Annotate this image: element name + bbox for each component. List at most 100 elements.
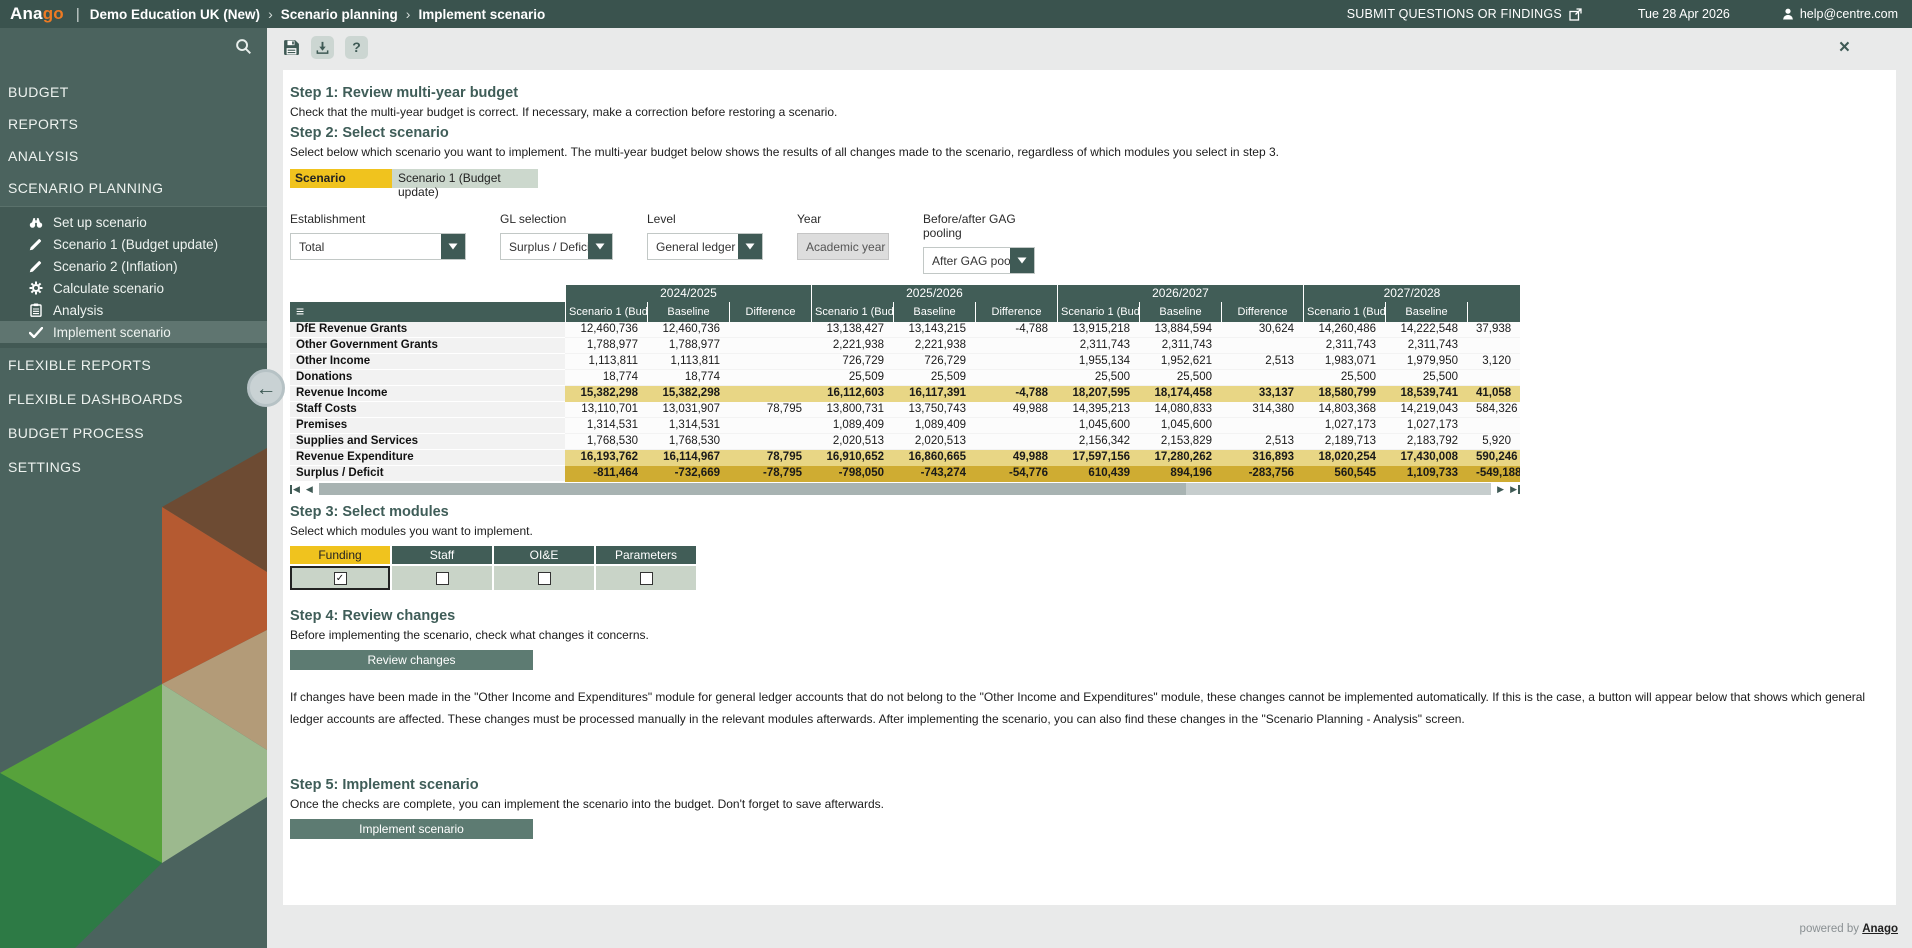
export-button[interactable]: [311, 36, 334, 59]
table-cell: 2,311,743: [1303, 338, 1385, 354]
sidebar-item-set-up-scenario[interactable]: Set up scenario: [0, 211, 267, 233]
pencil-icon: [28, 260, 43, 273]
gl-selection-select[interactable]: Surplus / Deficit: [500, 233, 613, 260]
table-cell: -4,788: [975, 386, 1057, 402]
person-icon: [1782, 8, 1794, 20]
scrollbar-left-button[interactable]: ◀: [303, 485, 316, 494]
filter-bar: Establishment Total GL selection Surplus…: [290, 212, 1886, 274]
table-cell: [1467, 418, 1520, 434]
module-checkbox-staff[interactable]: [436, 572, 449, 585]
table-cell: 13,800,731: [811, 402, 893, 418]
chevron-down-icon[interactable]: [738, 234, 762, 259]
close-button[interactable]: ×: [1839, 38, 1850, 57]
menu-icon[interactable]: ≡: [296, 303, 304, 319]
table-cell: 13,915,218: [1057, 322, 1139, 338]
table-cell: 2,156,342: [1057, 434, 1139, 450]
table-cell: 2,221,938: [811, 338, 893, 354]
table-cell: 17,430,008: [1385, 450, 1467, 466]
column-header: Baseline: [1139, 302, 1221, 322]
table-cell: 14,080,833: [1139, 402, 1221, 418]
module-header-oi-e[interactable]: OI&E: [494, 546, 594, 564]
main-panel: Step 1: Review multi-year budget Check t…: [283, 70, 1896, 905]
sidebar-item-analysis[interactable]: ANALYSIS: [0, 140, 267, 172]
year-header: 2026/2027: [1057, 285, 1303, 302]
column-header: Scenario 1 (Bud...: [565, 302, 647, 322]
breadcrumb-separator: ›: [268, 6, 273, 22]
table-cell: 37,938: [1467, 322, 1520, 338]
breadcrumb-item-module[interactable]: Scenario planning: [281, 7, 398, 22]
year-field: Academic year: [797, 233, 889, 260]
table-cell: 726,729: [811, 354, 893, 370]
table-cell: 17,280,262: [1139, 450, 1221, 466]
sidebar-item-scenario-2[interactable]: Scenario 2 (Inflation): [0, 255, 267, 277]
module-header-funding[interactable]: Funding: [290, 546, 390, 564]
level-select[interactable]: General ledger: [647, 233, 763, 260]
submit-questions-label: SUBMIT QUESTIONS OR FINDINGS: [1347, 7, 1562, 21]
module-header-staff[interactable]: Staff: [392, 546, 492, 564]
breadcrumb-item-page: Implement scenario: [418, 7, 545, 22]
save-button[interactable]: [283, 39, 300, 56]
module-header-parameters[interactable]: Parameters: [596, 546, 696, 564]
establishment-select[interactable]: Total: [290, 233, 466, 260]
chevron-down-icon[interactable]: [1010, 248, 1034, 273]
close-icon: ×: [1839, 37, 1850, 58]
module-column-funding: Funding ✓: [290, 546, 390, 590]
sidebar-search[interactable]: [0, 28, 267, 66]
sidebar-item-scenario-planning[interactable]: SCENARIO PLANNING: [0, 172, 267, 204]
sidebar-item-calculate-scenario[interactable]: Calculate scenario: [0, 277, 267, 299]
chevron-down-icon[interactable]: [588, 234, 612, 259]
table-cell: 1,045,600: [1057, 418, 1139, 434]
user-account[interactable]: help@centre.com: [1782, 7, 1898, 21]
table-cell: 18,774: [565, 370, 647, 386]
scrollbar-thumb[interactable]: [319, 483, 1187, 495]
footer: powered by Anago: [1800, 923, 1898, 935]
sidebar-item-scenario-1[interactable]: Scenario 1 (Budget update): [0, 233, 267, 255]
submit-questions-link[interactable]: SUBMIT QUESTIONS OR FINDINGS: [1347, 7, 1582, 21]
table-cell: [975, 434, 1057, 450]
app-logo[interactable]: Anago: [10, 4, 64, 24]
gag-pooling-select[interactable]: After GAG pooling: [923, 247, 1035, 274]
scrollbar-first-button[interactable]: ◀: [290, 485, 303, 494]
sidebar-item-implement-scenario[interactable]: Implement scenario: [0, 321, 267, 343]
scenario-value-field[interactable]: Scenario 1 (Budget update): [392, 169, 538, 188]
collapse-sidebar-button[interactable]: ←: [247, 369, 285, 407]
implement-scenario-button[interactable]: Implement scenario: [290, 819, 533, 839]
table-cell: [729, 370, 811, 386]
scrollbar-track[interactable]: [319, 483, 1491, 495]
table-cell: 1,027,173: [1303, 418, 1385, 434]
table-corner-blank: [290, 285, 565, 302]
module-cell-funding: ✓: [290, 566, 390, 590]
breadcrumb-item-client[interactable]: Demo Education UK (New): [90, 7, 260, 22]
sidebar-item-label: Calculate scenario: [53, 281, 164, 296]
floppy-save-icon: [283, 39, 300, 56]
breadcrumb: Demo Education UK (New) › Scenario plann…: [90, 6, 545, 22]
sidebar-item-reports[interactable]: REPORTS: [0, 108, 267, 140]
table-cell: 30,624: [1221, 322, 1303, 338]
module-checkbox-parameters[interactable]: [640, 572, 653, 585]
search-icon[interactable]: [235, 38, 253, 56]
chevron-down-icon[interactable]: [441, 234, 465, 259]
module-checkbox-funding[interactable]: ✓: [334, 572, 347, 585]
table-row: Supplies and Services1,768,5301,768,5302…: [290, 434, 1520, 450]
help-button[interactable]: ?: [345, 36, 368, 59]
module-checkbox-oi-e[interactable]: [538, 572, 551, 585]
table-cell: 1,089,409: [893, 418, 975, 434]
table-cell: 2,311,743: [1139, 338, 1221, 354]
sidebar-item-flexible-reports[interactable]: FLEXIBLE REPORTS: [0, 348, 267, 382]
table-cell: 590,246: [1467, 450, 1520, 466]
table-scrollbar: ◀ ◀ ▶ ▶: [290, 483, 1520, 496]
year-header: 2024/2025: [565, 285, 811, 302]
sidebar-item-analysis[interactable]: Analysis: [0, 299, 267, 321]
review-changes-button[interactable]: Review changes: [290, 650, 533, 670]
scrollbar-last-button[interactable]: ▶: [1507, 485, 1520, 494]
table-cell: -811,464: [565, 466, 647, 482]
table-cell: -78,795: [729, 466, 811, 482]
sidebar-item-budget[interactable]: BUDGET: [0, 76, 267, 108]
table-cell: 13,110,701: [565, 402, 647, 418]
module-cell-staff: [392, 566, 492, 590]
table-cell: 2,513: [1221, 434, 1303, 450]
table-cell: 1,768,530: [647, 434, 729, 450]
scrollbar-right-button[interactable]: ▶: [1494, 485, 1507, 494]
footer-brand-link[interactable]: Anago: [1862, 923, 1898, 935]
table-cell: 13,138,427: [811, 322, 893, 338]
